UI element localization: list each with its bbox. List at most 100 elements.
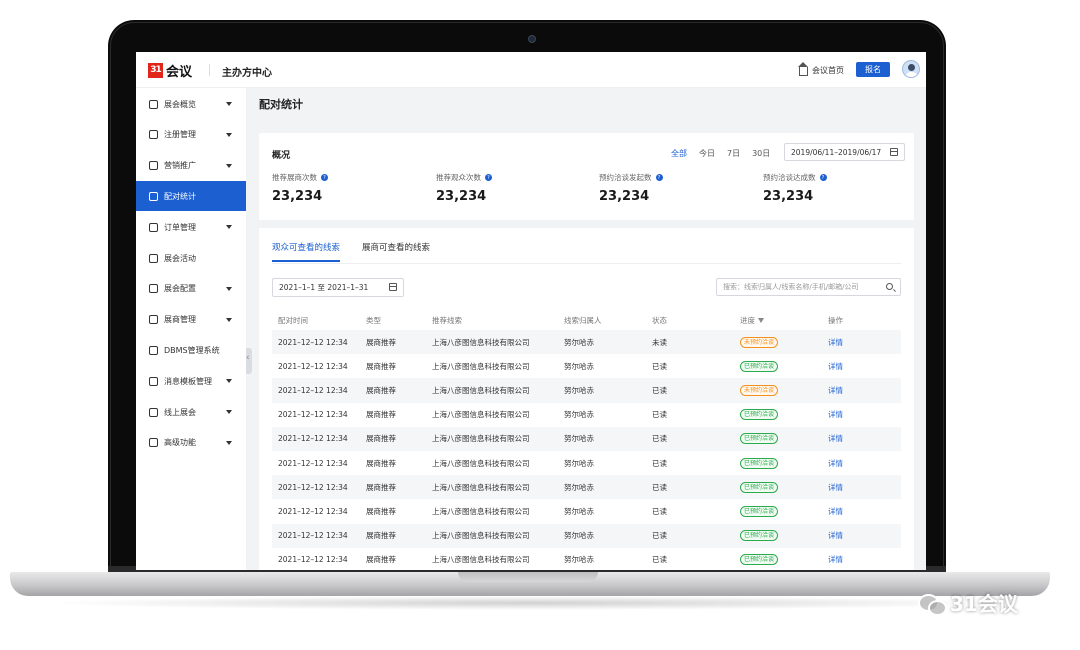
- range-option-2[interactable]: 7日: [727, 148, 740, 159]
- detail-link[interactable]: 详情: [828, 507, 843, 516]
- sidebar-item-1[interactable]: 注册管理: [136, 120, 246, 150]
- detail-link[interactable]: 详情: [828, 362, 843, 371]
- info-icon[interactable]: ?: [819, 174, 827, 181]
- cell-status: 未读: [646, 330, 734, 355]
- date-filter[interactable]: 2021–1–1 至 2021–1–31: [272, 278, 404, 297]
- sidebar-item-4[interactable]: 订单管理: [136, 212, 246, 242]
- detail-link[interactable]: 详情: [828, 459, 843, 468]
- cell-text: 努尔哈赤: [564, 434, 594, 444]
- chevron-down-icon: [226, 317, 232, 322]
- search-input[interactable]: 搜索：线索归属人/线索名称/手机/邮箱/公司: [716, 278, 901, 296]
- cell-lead: 上海八彦图信息科技有限公司: [426, 548, 558, 570]
- signup-button[interactable]: 报名: [856, 62, 890, 77]
- wechat-icon: [918, 592, 947, 616]
- cell-status: 已读: [646, 378, 734, 403]
- sidebar-item-0[interactable]: 展会概览: [136, 89, 246, 119]
- cell-status: 已读: [646, 403, 734, 427]
- date-range-picker[interactable]: 2019/06/11–2019/06/17: [784, 143, 905, 161]
- stat-label: 推荐观众次数?: [436, 172, 492, 183]
- table-row: 2021–12–12 12:34 展商推荐 上海八彦图信息科技有限公司 努尔哈赤 已读 未…: [272, 378, 901, 403]
- cell-text: 已读: [652, 410, 667, 420]
- info-icon[interactable]: ?: [655, 174, 663, 181]
- column-header-label: 操作: [828, 315, 843, 325]
- table-row: 2021–12–12 12:34 展商推荐 上海八彦图信息科技有限公司 努尔哈赤 已读 已…: [272, 426, 901, 451]
- sidebar-item-2[interactable]: 营销推广: [136, 151, 246, 181]
- search-icon[interactable]: [886, 283, 893, 290]
- cell-time: 2021–12–12 12:34: [272, 426, 360, 451]
- detail-link[interactable]: 详情: [828, 410, 843, 419]
- sidebar-item-label: 展会配置: [164, 284, 196, 294]
- cell-text: 2021–12–12 12:34: [278, 531, 348, 541]
- progress-badge: 已预约洽谈: [740, 409, 779, 421]
- calendar-icon: [389, 283, 397, 291]
- stat-label-text: 预约洽谈达成数: [763, 173, 816, 182]
- info-icon[interactable]: ?: [485, 174, 492, 181]
- cell-text: 展商推荐: [366, 385, 396, 395]
- stat-0: 推荐展商次数? 23,234: [272, 172, 328, 204]
- home-link[interactable]: 会议首页: [798, 62, 844, 76]
- cell-time: 2021–12–12 12:34: [272, 499, 360, 523]
- cell-action: 详情: [822, 378, 901, 403]
- database-icon: [149, 345, 158, 355]
- column-header-label: 进度: [740, 315, 755, 325]
- progress-badge: 已预约洽谈: [740, 481, 779, 493]
- detail-link[interactable]: 详情: [828, 434, 843, 443]
- date-range-value: 2019/06/11–2019/06/17: [791, 147, 882, 157]
- cell-text: 已读: [652, 361, 667, 371]
- sidebar-item-3[interactable]: 配对统计: [136, 181, 246, 212]
- sidebar-item-9[interactable]: 消息模板管理: [136, 366, 246, 396]
- sidebar-item-label: 营销推广: [164, 161, 196, 171]
- cell-lead: 上海八彦图信息科技有限公司: [426, 403, 558, 427]
- sidebar-collapse-handle[interactable]: [246, 348, 252, 374]
- sidebar-item-label: 高级功能: [164, 438, 196, 448]
- stat-value: 23,234: [436, 189, 487, 204]
- cell-action: 详情: [822, 426, 901, 451]
- watermark-text: 31会议: [950, 592, 1018, 616]
- cell-time: 2021–12–12 12:34: [272, 354, 360, 378]
- cell-action: 详情: [822, 451, 901, 475]
- range-option-0[interactable]: 全部: [671, 148, 687, 159]
- sidebar-item-5[interactable]: 展会活动: [136, 243, 246, 273]
- stat-label-text: 推荐展商次数: [272, 173, 317, 182]
- range-option-1[interactable]: 今日: [699, 148, 715, 159]
- cell-text: 2021–12–12 12:34: [278, 434, 348, 444]
- info-icon[interactable]: ?: [321, 174, 328, 181]
- range-option-3[interactable]: 30日: [752, 148, 770, 159]
- cell-action: 详情: [822, 475, 901, 500]
- detail-link[interactable]: 详情: [828, 555, 843, 564]
- chevron-down-icon: [226, 440, 232, 445]
- sidebar-item-label: 展商管理: [164, 315, 196, 325]
- column-header: 类型: [360, 310, 426, 330]
- cell-progress: 已预约洽谈: [734, 548, 822, 570]
- cell-owner: 努尔哈赤: [558, 451, 646, 475]
- cell-time: 2021–12–12 12:34: [272, 403, 360, 427]
- tab-0[interactable]: 观众可查看的线索: [272, 241, 341, 262]
- detail-link[interactable]: 详情: [828, 386, 843, 395]
- sidebar-item-label: 配对统计: [164, 191, 196, 201]
- sidebar-item-6[interactable]: 展会配置: [136, 274, 246, 304]
- avatar[interactable]: [902, 60, 920, 78]
- sidebar-item-7[interactable]: 展商管理: [136, 305, 246, 335]
- table-header: 配对时间 类型 推荐线索 线索归属人 状态 进度 操作: [272, 310, 901, 330]
- top-bar: 31 会议 主办方中心 会议首页 报名: [136, 52, 926, 88]
- detail-link[interactable]: 详情: [828, 483, 843, 492]
- tab-1[interactable]: 展商可查看的线索: [362, 241, 430, 262]
- cell-status: 已读: [646, 499, 734, 523]
- detail-link[interactable]: 详情: [828, 531, 843, 540]
- sidebar-item-8[interactable]: DBMS管理系统: [136, 335, 246, 365]
- detail-link[interactable]: 详情: [828, 338, 843, 347]
- sidebar-item-10[interactable]: 线上展会: [136, 397, 246, 427]
- cell-progress: 未预约洽谈: [734, 330, 822, 355]
- marketing-icon: [149, 161, 158, 171]
- column-header: 状态: [646, 310, 734, 330]
- sidebar-item-11[interactable]: 高级功能: [136, 428, 246, 458]
- cell-text: 努尔哈赤: [564, 458, 594, 468]
- filter-icon[interactable]: [758, 318, 764, 323]
- chevron-down-icon: [226, 410, 232, 414]
- stat-label: 预约洽谈达成数?: [763, 172, 827, 183]
- cell-text: 上海八彦图信息科技有限公司: [432, 361, 530, 371]
- cell-owner: 努尔哈赤: [558, 426, 646, 451]
- sidebar-item-label: 展会活动: [164, 253, 196, 263]
- brand-logo[interactable]: 31 会议: [148, 62, 192, 80]
- cell-text: 努尔哈赤: [564, 385, 594, 395]
